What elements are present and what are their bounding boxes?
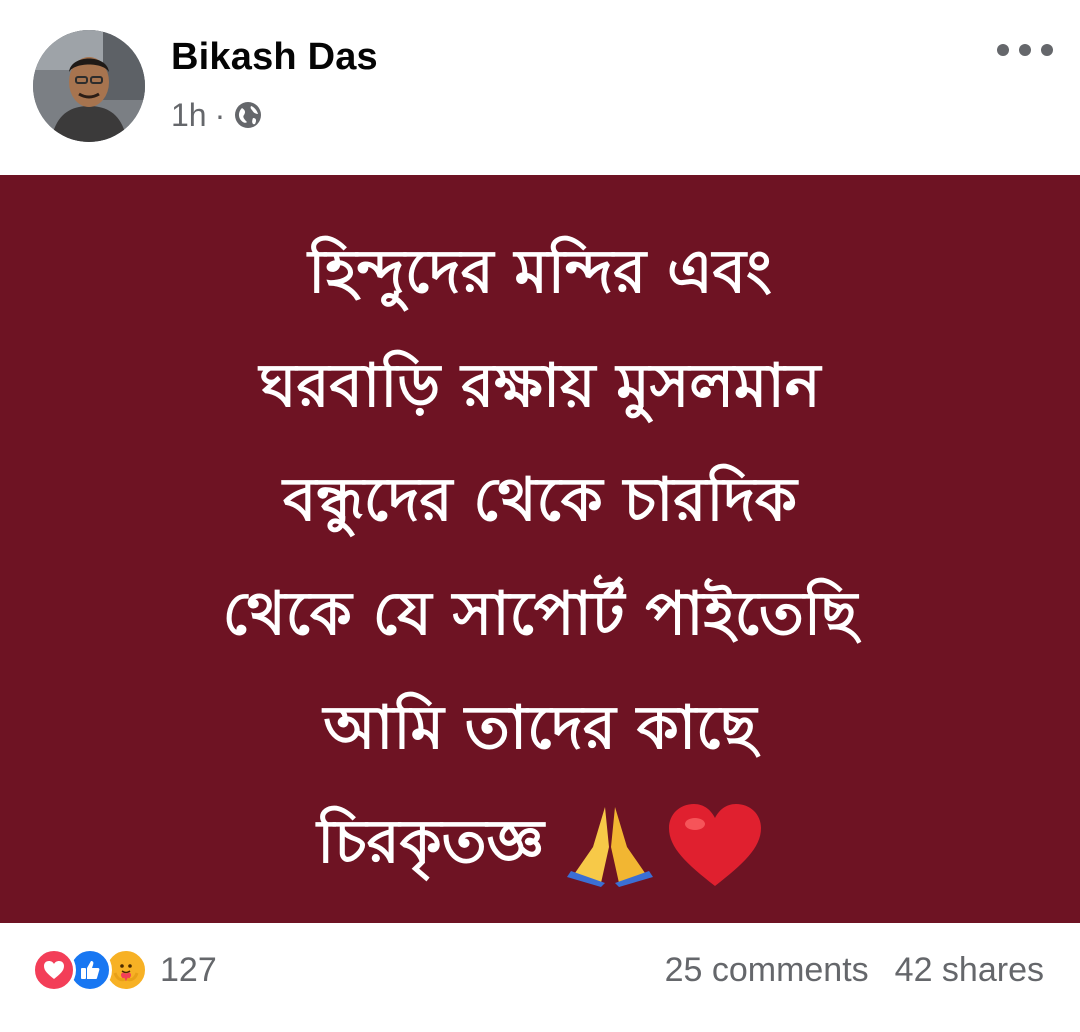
globe-icon[interactable] <box>233 100 263 130</box>
reaction-count: 127 <box>160 950 217 989</box>
comments-count[interactable]: 25 comments <box>665 951 869 990</box>
meta-separator: · <box>214 96 226 133</box>
red-heart-icon <box>668 804 761 887</box>
post-content: হিন্দুদের মন্দির এবং ঘরবাড়ি রক্ষায় মুস… <box>0 175 1080 923</box>
avatar-photo <box>33 30 145 142</box>
love-reaction-icon <box>32 948 76 992</box>
author-name[interactable]: Bikash Das <box>171 36 378 79</box>
post-text: হিন্দুদের মন্দির এবং ঘরবাড়ি রক্ষায় মুস… <box>60 215 1020 905</box>
post-meta: 1h · <box>171 95 263 135</box>
post-header: Bikash Das 1h · <box>0 0 1080 175</box>
author-avatar[interactable] <box>33 30 145 142</box>
post-stats: 25 comments 42 shares <box>665 946 1044 994</box>
reactions-summary[interactable]: 127 <box>32 946 217 994</box>
more-options-icon[interactable] <box>990 30 1060 70</box>
shares-count[interactable]: 42 shares <box>895 951 1044 990</box>
post-emojis <box>565 802 763 888</box>
post-text-body: হিন্দুদের মন্দির এবং ঘরবাড়ি রক্ষায় মুস… <box>222 237 858 877</box>
post-time[interactable]: 1h <box>171 97 207 134</box>
folded-hands-icon <box>566 807 653 888</box>
